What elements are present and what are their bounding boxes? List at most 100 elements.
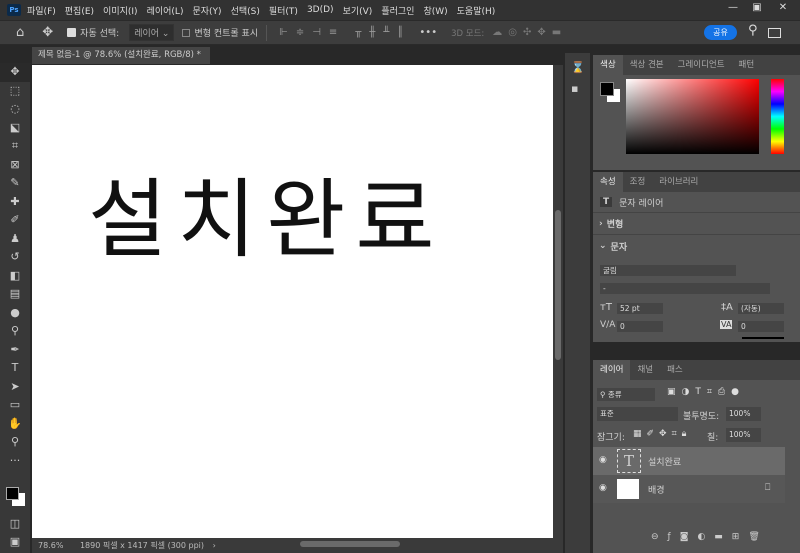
marquee-tool-icon[interactable]: ⬚ [0,82,30,101]
tab-patterns[interactable]: 패턴 [732,55,762,75]
fill-field[interactable]: 100% [726,428,761,442]
leading-field[interactable]: (자동) [738,303,784,314]
history-brush-icon[interactable]: ↺ [0,248,30,267]
rectangle-tool-icon[interactable]: ▭ [0,396,30,415]
menu-view[interactable]: 보기(V) [343,4,373,17]
document-tab[interactable]: 제목 없음-1 @ 78.6% (설치완료, RGB/8) * × [32,47,210,77]
crop-tool-icon[interactable]: ⌗ [0,137,30,156]
more-options-button[interactable]: ••• [419,27,437,38]
healing-brush-icon[interactable]: ✚ [0,193,30,212]
font-size-field[interactable]: 52 pt [617,303,663,314]
path-select-tool-icon[interactable]: ➤ [0,378,30,397]
comments-icon[interactable]: ▪ [571,82,584,95]
history-icon[interactable]: ⌛ [571,61,585,74]
tab-adjustments[interactable]: 조정 [623,172,653,192]
status-arrow-icon[interactable]: › [213,541,216,550]
color-field[interactable] [626,79,759,154]
opacity-field[interactable]: 100% [726,407,761,421]
menu-3d[interactable]: 3D(D) [307,5,334,15]
type-tool-icon[interactable]: T [0,359,30,378]
eraser-tool-icon[interactable]: ◧ [0,267,30,286]
layer-row[interactable]: ◉ 배경 ⎕ [593,475,785,503]
blend-mode-dropdown[interactable]: 표준 [597,407,678,421]
tab-properties[interactable]: 속성 [593,172,623,192]
horizontal-scroll-thumb[interactable] [300,541,400,547]
properties-panel: 속성 조정 라이브러리 T 문자 레이어 › 변형 ⌄ 문자 굴림 - ᴛT 5… [593,172,800,342]
maximize-button[interactable]: ▣ [746,2,768,16]
gradient-tool-icon[interactable]: ▤ [0,285,30,304]
layers-panel: 레이어 채널 패스 ⚲ 종류 ▣◑T⌗⎙● 표준 불투명도: 100% 잠그기:… [593,360,800,553]
layer-name[interactable]: 설치완료 [648,455,681,468]
dodge-tool-icon[interactable]: ⚲ [0,322,30,341]
workspace-icon[interactable] [768,28,781,38]
foreground-color-swatch[interactable] [600,82,614,96]
menu-layer[interactable]: 레이어(L) [147,4,184,17]
visibility-eye-icon[interactable]: ◉ [599,455,607,465]
menu-type[interactable]: 문자(Y) [192,4,221,17]
tab-paths[interactable]: 패스 [660,360,690,380]
transform-section-label: 변형 [606,220,624,230]
transform-section[interactable]: › 변형 [593,213,800,235]
zoom-level[interactable]: 78.6% [38,541,63,550]
stamp-tool-icon[interactable]: ♟ [0,230,30,249]
color-panel: 색상 색상 견본 그레이디언트 패턴 [593,55,800,170]
menu-filter[interactable]: 필터(T) [269,4,298,17]
tab-libraries[interactable]: 라이브러리 [652,172,705,192]
menu-plugins[interactable]: 플러그인 [381,4,414,17]
menu-window[interactable]: 창(W) [423,4,447,17]
object-select-tool-icon[interactable]: ⬕ [0,119,30,138]
menu-image[interactable]: 이미지(I) [103,4,138,17]
tab-color[interactable]: 색상 [593,55,623,75]
distribute-icons[interactable]: ╥╫╨║ [355,27,411,38]
screen-mode-icon[interactable]: ▣ [0,533,30,552]
hand-tool-icon[interactable]: ✋ [0,415,30,434]
tab-swatches[interactable]: 색상 견본 [623,55,671,75]
auto-select-dropdown[interactable]: 레이어 ⌄ [129,24,175,41]
blur-tool-icon[interactable]: ● [0,304,30,323]
move-tool-icon[interactable]: ✥ [0,63,30,82]
layer-row[interactable]: ◉ T 설치완료 [593,447,785,475]
edit-toolbar-icon[interactable]: ··· [0,452,30,471]
share-button[interactable]: 공유 [704,25,737,40]
search-icon[interactable]: ⚲ [748,23,758,38]
zoom-tool-icon[interactable]: ⚲ [0,433,30,452]
menu-help[interactable]: 도움말(H) [457,4,496,17]
minimize-button[interactable]: — [722,2,744,16]
canvas[interactable] [32,65,553,538]
menu-file[interactable]: 파일(F) [27,4,56,17]
layer-actions-bar[interactable]: ⊖ƒ◙◐▬⊞🗑︎ [651,532,769,542]
layer-name[interactable]: 배경 [648,483,665,496]
align-icons[interactable]: ⊩≑⊣≡ [279,27,345,38]
foreground-color-swatch[interactable] [6,487,19,500]
menu-select[interactable]: 선택(S) [231,4,260,17]
lasso-tool-icon[interactable]: ◌ [0,100,30,119]
auto-select-checkbox[interactable] [67,28,77,37]
pen-tool-icon[interactable]: ✒ [0,341,30,360]
transform-controls-checkbox[interactable] [182,28,191,37]
layer-filter-dropdown[interactable]: ⚲ 종류 [597,388,655,401]
vertical-scroll-thumb[interactable] [555,210,561,360]
hue-slider[interactable] [771,79,784,154]
type-section[interactable]: ⌄ 문자 [593,235,800,257]
move-tool-icon[interactable]: ✥ [42,25,53,40]
frame-tool-icon[interactable]: ⊠ [0,156,30,175]
menu-edit[interactable]: 편집(E) [65,4,94,17]
tab-gradients[interactable]: 그레이디언트 [671,55,732,75]
kerning-field[interactable]: 0 [617,321,663,332]
tab-layers[interactable]: 레이어 [593,360,631,380]
text-color-swatch[interactable] [742,337,784,339]
tracking-field[interactable]: 0 [738,321,784,332]
eyedropper-tool-icon[interactable]: ✎ [0,174,30,193]
visibility-eye-icon[interactable]: ◉ [599,483,607,493]
lock-icons[interactable]: ▦✐✥⌗🔒︎ [633,429,691,439]
brush-tool-icon[interactable]: ✐ [0,211,30,230]
auto-select-label: 자동 선택: [80,29,120,39]
tab-channels[interactable]: 채널 [630,360,660,380]
layer-filter-icons[interactable]: ▣◑T⌗⎙● [667,387,745,397]
font-style-dropdown[interactable]: - [600,283,770,294]
font-family-dropdown[interactable]: 굴림 [600,265,736,276]
quick-mask-icon[interactable]: ◫ [0,515,30,534]
canvas-text-layer[interactable]: 설치완료 [88,170,444,270]
home-icon[interactable]: ⌂ [16,25,24,40]
close-window-button[interactable]: ✕ [772,2,794,16]
